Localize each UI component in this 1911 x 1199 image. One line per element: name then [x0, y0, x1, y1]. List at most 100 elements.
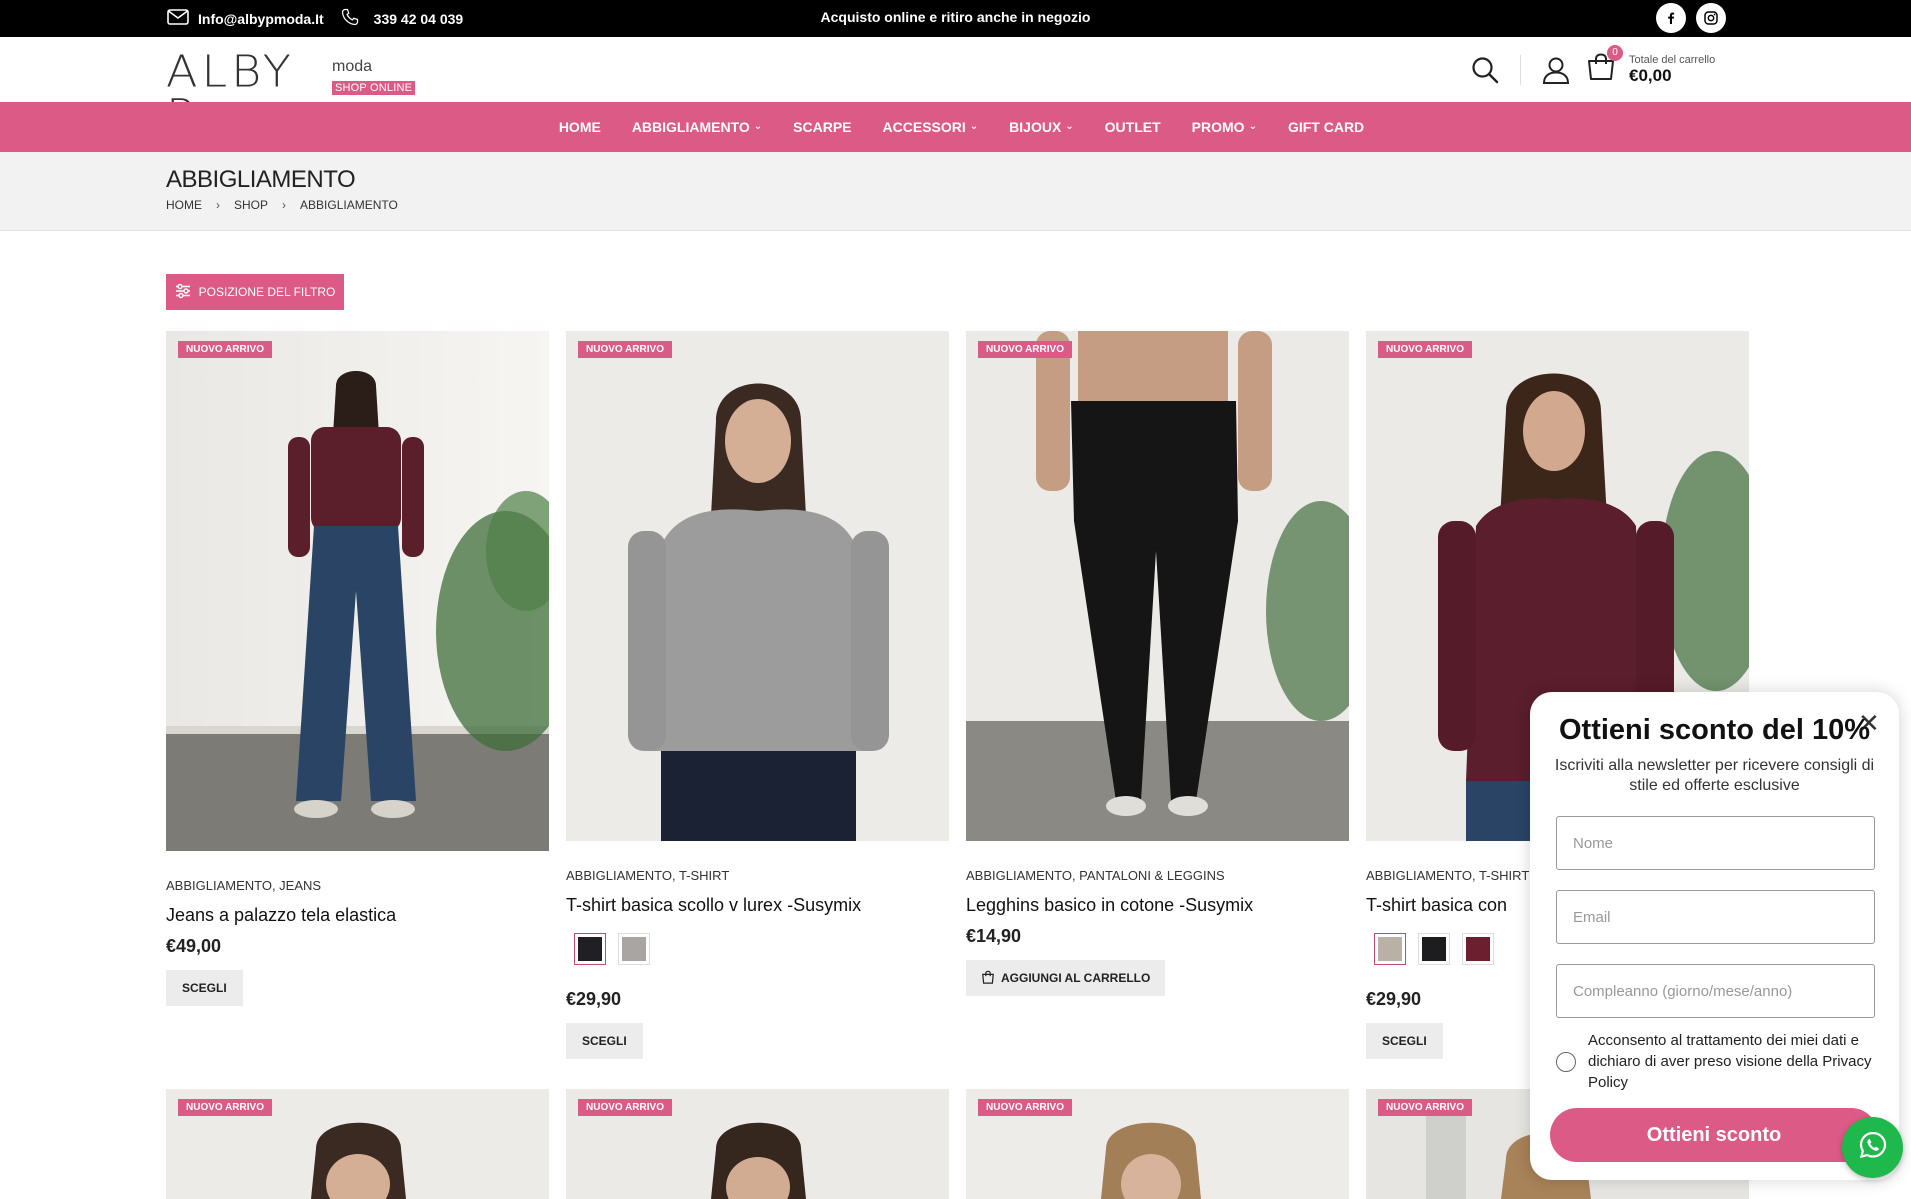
color-swatch[interactable] [1418, 933, 1450, 965]
nav-item-abbigliamento[interactable]: ABBIGLIAMENTO ⌄ [632, 119, 762, 135]
page-title: ABBIGLIAMENTO [166, 166, 356, 193]
chevron-right-icon: › [282, 198, 287, 212]
new-arrival-badge: NUOVO ARRIVO [1378, 341, 1472, 358]
chevron-down-icon: ⌄ [969, 120, 979, 132]
nav-label: BIJOUX [1009, 119, 1062, 135]
nav-label: GIFT CARD [1287, 119, 1365, 135]
sliders-icon [175, 283, 191, 302]
product-card: NUOVO ARRIVO ABBIGLIAMENTO, JEANS Jeans … [166, 331, 549, 1006]
product-image[interactable]: NUOVO ARRIVO [966, 1089, 1349, 1199]
popup-subtitle: Iscriviti alla newsletter per ricevere c… [1554, 757, 1875, 794]
nav-item-promo[interactable]: PROMO ⌄ [1192, 119, 1257, 135]
product-image[interactable]: NUOVO ARRIVO [166, 1089, 549, 1199]
nav-item-scarpe[interactable]: SCARPE [793, 119, 851, 135]
birthday-placeholder: Compleanno (giorno/mese/anno) [1573, 982, 1793, 1000]
cart-summary: Totale del carrello €0,00 [1629, 54, 1715, 86]
product-name[interactable]: T-shirt basica scollo v lurex -Susymix [566, 895, 949, 916]
nav-item-home[interactable]: HOME [559, 119, 601, 135]
new-arrival-badge: NUOVO ARRIVO [178, 341, 272, 358]
button-label: SCEGLI [182, 981, 227, 995]
product-image[interactable]: NUOVO ARRIVO [566, 1089, 949, 1199]
new-arrival-badge: NUOVO ARRIVO [578, 1099, 672, 1116]
cart-total-label: Totale del carrello [1629, 53, 1716, 66]
whatsapp-chat-button[interactable] [1842, 1117, 1903, 1178]
shopping-bag-icon [981, 970, 995, 987]
nav-label: OUTLET [1104, 119, 1161, 135]
cart-widget[interactable]: 0 Totale del carrello €0,00 [1585, 45, 1715, 88]
user-account-icon[interactable] [1541, 55, 1571, 85]
main-navigation: HOME ABBIGLIAMENTO ⌄ SCARPE ACCESSORI ⌄ BI… [0, 102, 1911, 152]
new-arrival-badge: NUOVO ARRIVO [1378, 1099, 1472, 1116]
nav-item-bijoux[interactable]: BIJOUX ⌄ [1009, 119, 1074, 135]
product-card: NUOVO ARRIVO [166, 1089, 549, 1199]
product-name[interactable]: Legghins basico in cotone -Susymix [966, 895, 1349, 916]
social-links [1656, 3, 1726, 33]
newsletter-popup: ✕ Ottieni sconto del 10% Iscriviti alla … [1530, 692, 1899, 1180]
name-placeholder: Nome [1573, 834, 1614, 852]
email-placeholder: Email [1573, 908, 1611, 926]
nav-label: HOME [558, 119, 601, 135]
product-card: NUOVO ARRIVO [966, 1089, 1349, 1199]
nav-item-gift-card[interactable]: GIFT CARD [1288, 119, 1364, 135]
consent-text: Acconsento al trattamento dei miei dati … [1588, 1032, 1872, 1091]
get-discount-button[interactable]: Ottieni sconto [1550, 1108, 1878, 1162]
chevron-down-icon: ⌄ [1248, 120, 1257, 132]
nav-item-outlet[interactable]: OUTLET [1105, 119, 1161, 135]
color-swatch[interactable] [1374, 933, 1406, 965]
new-arrival-badge: NUOVO ARRIVO [978, 341, 1072, 358]
search-icon[interactable] [1470, 55, 1500, 85]
consent-radio[interactable] [1556, 1051, 1576, 1072]
name-input[interactable]: Nome [1556, 816, 1875, 870]
choose-button[interactable]: SCEGLI [1366, 1023, 1443, 1059]
button-label: SCEGLI [582, 1034, 627, 1048]
birthday-input[interactable]: Compleanno (giorno/mese/anno) [1556, 964, 1875, 1018]
instagram-icon[interactable] [1696, 3, 1726, 33]
product-image[interactable]: NUOVO ARRIVO [166, 331, 549, 851]
product-image[interactable]: NUOVO ARRIVO [966, 331, 1349, 841]
filter-button[interactable]: POSIZIONE DEL FILTRO [166, 274, 344, 310]
choose-button[interactable]: SCEGLI [566, 1023, 643, 1059]
product-categories[interactable]: ABBIGLIAMENTO, JEANS [166, 878, 549, 893]
cart-count-badge: 0 [1607, 45, 1623, 61]
site-header: ALBY P. moda SHOP ONLINE 0 Totale del ca… [0, 37, 1911, 137]
new-arrival-badge: NUOVO ARRIVO [978, 1099, 1072, 1116]
top-bar: Info@albypmoda.It 339 42 04 039 Acquisto… [0, 0, 1911, 37]
nav-item-accessori[interactable]: ACCESSORI ⌄ [883, 119, 979, 135]
color-swatch[interactable] [574, 933, 606, 965]
topbar-promo-text: Acquisto online e ritiro anche in negozi… [820, 9, 1091, 25]
popup-title: Ottieni sconto del 10% [1559, 714, 1870, 746]
page-header: ABBIGLIAMENTO HOME › SHOP › ABBIGLIAMENT… [0, 152, 1911, 231]
product-card: NUOVO ARRIVO [566, 1089, 949, 1199]
nav-label: ABBIGLIAMENTO [631, 119, 750, 135]
facebook-icon[interactable] [1656, 3, 1686, 33]
choose-button[interactable]: SCEGLI [166, 970, 243, 1006]
nav-label: ACCESSORI [882, 119, 966, 135]
product-categories[interactable]: ABBIGLIAMENTO, T-SHIRT [566, 868, 949, 883]
chevron-right-icon: › [216, 198, 220, 212]
product-image[interactable]: NUOVO ARRIVO [566, 331, 949, 841]
product-categories[interactable]: ABBIGLIAMENTO, PANTALONI & LEGGINS [966, 868, 1349, 883]
new-arrival-badge: NUOVO ARRIVO [178, 1099, 272, 1116]
new-arrival-badge: NUOVO ARRIVO [578, 341, 672, 358]
whatsapp-icon [1857, 1129, 1889, 1166]
product-name[interactable]: Jeans a palazzo tela elastica [166, 905, 549, 926]
button-label: SCEGLI [1382, 1034, 1427, 1048]
logo-sub-text: moda [332, 58, 373, 75]
color-swatch[interactable] [1462, 933, 1494, 965]
product-card: NUOVO ARRIVO ABBIGLIAMENTO, T-SHIRT T-sh… [566, 331, 949, 1059]
nav-label: PROMO [1191, 119, 1245, 135]
breadcrumb-shop[interactable]: SHOP [234, 198, 268, 212]
consent-checkbox-row[interactable]: Acconsento al trattamento dei miei dati … [1556, 1030, 1876, 1093]
breadcrumb-home[interactable]: HOME [166, 198, 202, 212]
add-to-cart-button[interactable]: AGGIUNGI AL CARRELLO [966, 960, 1166, 996]
color-swatch[interactable] [618, 933, 650, 965]
chevron-down-icon: ⌄ [753, 120, 763, 132]
breadcrumb-current: ABBIGLIAMENTO [300, 198, 398, 212]
filter-label: POSIZIONE DEL FILTRO [198, 285, 336, 299]
nav-label: SCARPE [793, 119, 852, 135]
header-actions: 0 Totale del carrello €0,00 [1470, 37, 1715, 102]
product-card: NUOVO ARRIVO ABBIGLIAMENTO, PANTALONI & … [966, 331, 1349, 996]
product-price: €29,90 [566, 989, 622, 1009]
email-input[interactable]: Email [1556, 890, 1875, 944]
chevron-down-icon: ⌄ [1065, 120, 1074, 132]
